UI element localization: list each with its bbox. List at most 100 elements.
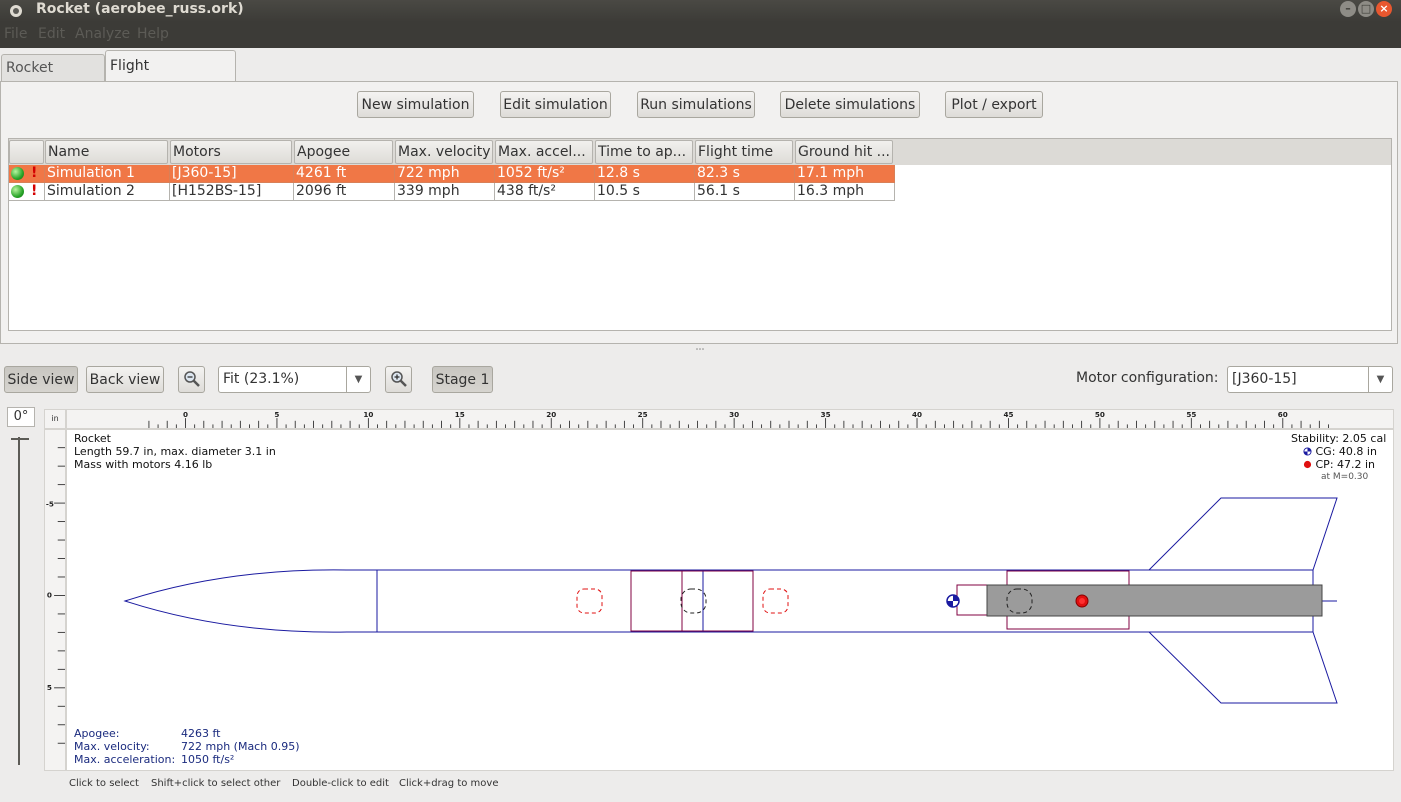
ruler-label: 5: [47, 683, 52, 692]
app-icon: [10, 5, 22, 17]
max-velocity-cell: 339 mph: [395, 183, 495, 201]
rotation-value: 0°: [7, 407, 35, 427]
rotation-slider[interactable]: [18, 437, 20, 765]
status-cell: !: [9, 183, 45, 201]
cg-icon: [1303, 447, 1312, 456]
menu-analyze[interactable]: Analyze: [75, 26, 130, 42]
motor-configuration-select[interactable]: [J360-15] ▼: [1227, 366, 1393, 393]
cp-marker: [1075, 594, 1089, 608]
cp-text: CP: 47.2 in: [1315, 458, 1376, 471]
status-bar: Click to select Shift+click to select ot…: [0, 776, 1401, 796]
zoom-in-button[interactable]: [385, 366, 412, 393]
velocity-label: Max. velocity:: [74, 740, 150, 753]
side-view-button[interactable]: Side view: [4, 366, 78, 393]
vertical-ruler: -5 0 5: [44, 429, 66, 771]
rocket-drawing[interactable]: [67, 430, 1394, 771]
menu-edit[interactable]: Edit: [38, 26, 65, 42]
apogee-cell: 2096 ft: [294, 183, 395, 201]
column-time-to-apogee[interactable]: Time to ap...: [595, 140, 693, 164]
zoom-select[interactable]: Fit (23.1%) ▼: [218, 366, 371, 393]
horizontal-ruler: 0 5 10 15 20 25 30 35 40 45 50 55 60: [66, 409, 1394, 429]
ruler-label: 20: [546, 410, 556, 419]
hint-select: Click to select: [69, 778, 139, 789]
ruler-label: 45: [1003, 410, 1013, 419]
maximize-button[interactable]: □: [1358, 1, 1374, 17]
window-title: Rocket (aerobee_russ.ork): [36, 1, 244, 17]
warning-icon: !: [31, 183, 38, 199]
menu-help[interactable]: Help: [137, 26, 169, 42]
tab-rocket-design[interactable]: Rocket design: [1, 54, 105, 102]
rocket-name: Rocket: [74, 432, 111, 445]
acceleration-value: 1050 ft/s²: [181, 753, 235, 766]
ruler-label: -5: [46, 499, 54, 508]
tab-bar: Rocket design Flight simulations: [0, 48, 1401, 104]
apogee-cell: 4261 ft: [294, 165, 395, 183]
parachute[interactable]: [680, 588, 707, 614]
ruler-label: 55: [1186, 410, 1196, 419]
ground-hit-cell: 17.1 mph: [795, 165, 895, 183]
new-simulation-button[interactable]: New simulation: [357, 91, 474, 118]
zoom-out-button[interactable]: [178, 366, 205, 393]
back-view-button[interactable]: Back view: [86, 366, 164, 393]
mach-value: at M=0.30: [1321, 472, 1369, 482]
apogee-label: Apogee:: [74, 727, 120, 740]
column-ground-hit[interactable]: Ground hit ...: [795, 140, 893, 164]
avionics-bay[interactable]: [630, 570, 754, 632]
splitter-handle[interactable]: [696, 347, 704, 351]
motor-configuration-label: Motor configuration:: [1076, 370, 1219, 386]
acceleration-label: Max. acceleration:: [74, 753, 176, 766]
name-cell: Simulation 1: [45, 165, 170, 183]
max-velocity-cell: 722 mph: [395, 165, 495, 183]
max-acceleration-cell: 1052 ft/s²: [495, 165, 595, 183]
cp-value: CP: 47.2 in: [1303, 458, 1375, 471]
ruler-label: 40: [912, 410, 922, 419]
rotation-slider-thumb[interactable]: [11, 438, 29, 446]
table-row[interactable]: ! Simulation 1 [J360-15] 4261 ft 722 mph…: [9, 165, 895, 183]
fin-top[interactable]: [1147, 497, 1338, 571]
stage-1-button[interactable]: Stage 1: [432, 366, 493, 393]
rocket-mass: Mass with motors 4.16 lb: [74, 458, 213, 471]
cg-value: CG: 40.8 in: [1303, 445, 1377, 458]
stability-value: Stability: 2.05 cal: [1291, 432, 1387, 445]
ruler-label: 60: [1278, 410, 1288, 419]
mass-component[interactable]: [762, 588, 789, 614]
menu-file[interactable]: File: [4, 26, 27, 42]
warning-icon: !: [31, 165, 38, 181]
status-ok-icon: [11, 185, 24, 198]
column-name[interactable]: Name: [45, 140, 168, 164]
tab-flight-simulations[interactable]: Flight simulations: [105, 50, 236, 104]
mass-component[interactable]: [576, 588, 603, 614]
ruler-label: 0: [183, 410, 188, 419]
table-row[interactable]: ! Simulation 2 [H152BS-15] 2096 ft 339 m…: [9, 183, 895, 201]
cg-text: CG: 40.8 in: [1315, 445, 1377, 458]
ruler-label: 0: [47, 590, 52, 599]
cp-icon: [1303, 460, 1312, 469]
fin-bottom[interactable]: [1147, 631, 1338, 704]
column-max-acceleration[interactable]: Max. accel...: [495, 140, 593, 164]
run-simulations-button[interactable]: Run simulations: [637, 91, 755, 118]
delete-simulations-button[interactable]: Delete simulations: [780, 91, 920, 118]
column-status[interactable]: [9, 140, 44, 164]
max-acceleration-cell: 438 ft/s²: [495, 183, 595, 201]
close-button[interactable]: ×: [1376, 1, 1392, 17]
edit-simulation-button[interactable]: Edit simulation: [500, 91, 611, 118]
column-max-velocity[interactable]: Max. velocity: [395, 140, 493, 164]
velocity-value: 722 mph (Mach 0.95): [181, 740, 300, 753]
title-bar: Rocket (aerobee_russ.ork) – □ ×: [0, 0, 1401, 22]
flight-time-cell: 82.3 s: [695, 165, 795, 183]
ruler-label: 15: [455, 410, 465, 419]
chevron-down-icon: ▼: [346, 367, 370, 392]
zoom-out-icon: [183, 371, 200, 387]
plot-export-button[interactable]: Plot / export: [945, 91, 1043, 118]
column-motors[interactable]: Motors: [170, 140, 292, 164]
column-apogee[interactable]: Apogee: [294, 140, 393, 164]
motor[interactable]: [986, 584, 1323, 617]
ruler-label: 5: [274, 410, 279, 419]
table-header: Name Motors Apogee Max. velocity Max. ac…: [9, 139, 1391, 165]
hint-move: Click+drag to move: [399, 778, 499, 789]
ruler-label: 30: [729, 410, 739, 419]
nose-cone[interactable]: [123, 569, 378, 633]
minimize-button[interactable]: –: [1340, 1, 1356, 17]
rocket-canvas[interactable]: Rocket Length 59.7 in, max. diameter 3.1…: [66, 429, 1394, 771]
column-flight-time[interactable]: Flight time: [695, 140, 793, 164]
